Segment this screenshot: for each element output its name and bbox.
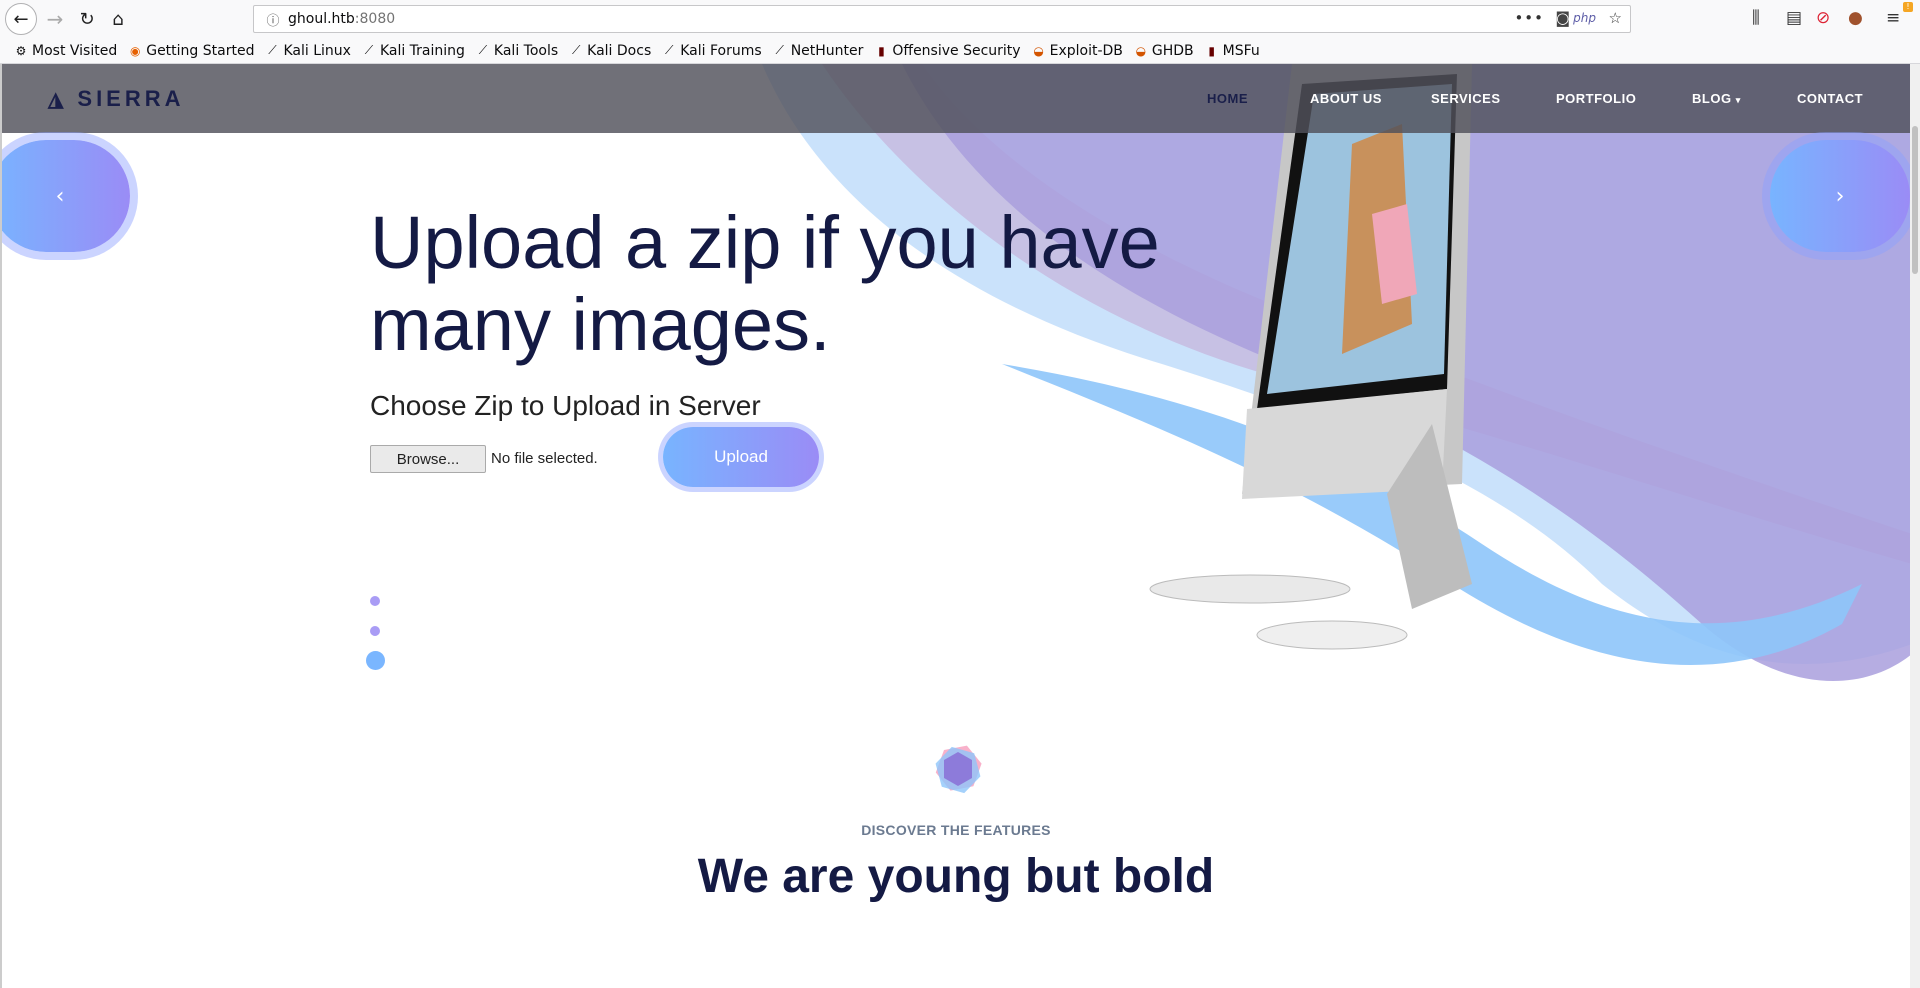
bookmark-kali-tools[interactable]: ⟋ Kali Tools (476, 43, 558, 59)
carousel-dot-1[interactable] (370, 596, 380, 606)
url-port: :8080 (354, 11, 396, 27)
carousel-dot-2[interactable] (370, 626, 380, 636)
logo-text: SIERRA (77, 86, 185, 111)
pocket-icon[interactable]: ◙ (1555, 9, 1570, 27)
noscript-icon[interactable]: ⊘ (1816, 8, 1830, 28)
update-badge: ! (1903, 2, 1913, 12)
arrow-right-icon: → (46, 7, 64, 31)
carousel-next-button[interactable]: › (1770, 140, 1910, 252)
upload-button[interactable]: Upload (663, 427, 819, 487)
forward-button[interactable]: → (40, 4, 70, 34)
site-navbar: ◮ SIERRA HOME ABOUT US SERVICES PORTFOLI… (2, 64, 1910, 133)
nav-blog[interactable]: BLOG ▾ (1692, 91, 1741, 106)
info-icon[interactable]: ⓘ (258, 10, 288, 29)
nav-about-us[interactable]: ABOUT US (1310, 91, 1382, 106)
home-icon: ⌂ (112, 8, 124, 30)
url-host: ghoul.htb (288, 11, 355, 27)
url-bar[interactable]: ⓘ ghoul.htb:8080 ••• ◙ php ☆ (253, 5, 1631, 33)
chevron-right-icon: › (1835, 183, 1845, 209)
bookmark-msfu[interactable]: ▮ MSFu (1205, 43, 1259, 59)
nav-contact[interactable]: CONTACT (1797, 91, 1863, 106)
bookmark-kali-linux[interactable]: ⟋ Kali Linux (265, 43, 351, 59)
bookmark-most-visited[interactable]: ⚙ Most Visited (14, 43, 118, 59)
nav-home[interactable]: HOME (1207, 91, 1248, 106)
bookmark-exploit-db[interactable]: ◒ Exploit-DB (1032, 43, 1123, 59)
kali-dragon-icon: ⟋ (571, 43, 581, 57)
feature-hexagon-icon (935, 745, 982, 794)
features-eyebrow: DISCOVER THE FEATURES (861, 822, 1051, 838)
kali-dragon-icon: ⟋ (775, 43, 784, 57)
hero-headline: Upload a zip if you have many images. (370, 201, 1160, 366)
scrollbar-thumb[interactable] (1912, 126, 1918, 274)
bookmark-ghdb[interactable]: ◒ GHDB (1134, 43, 1194, 59)
library-icon[interactable]: ⫼ (1752, 8, 1760, 28)
nav-portfolio[interactable]: PORTFOLIO (1556, 91, 1636, 106)
sidebar-icon[interactable]: ▤ (1786, 8, 1802, 28)
back-button[interactable]: ← (5, 3, 37, 35)
upload-subtitle: Choose Zip to Upload in Server (370, 390, 761, 421)
bookmark-nethunter[interactable]: ⟋ NetHunter (773, 43, 863, 59)
imac-image (1149, 64, 1472, 650)
bookmark-kali-training[interactable]: ⟋ Kali Training (362, 43, 465, 59)
hamburger-menu-icon[interactable]: ≡ (1886, 8, 1900, 28)
cookie-icon[interactable]: ● (1848, 8, 1863, 28)
site-logo[interactable]: ◮ SIERRA (48, 86, 185, 112)
offsec-icon: ▮ (1208, 43, 1215, 58)
caret-down-icon: ▾ (1735, 95, 1741, 105)
bookmark-getting-started[interactable]: ◉ Getting Started (128, 43, 255, 59)
gear-icon: ⚙ (15, 43, 27, 58)
carousel-dot-3-active[interactable] (366, 651, 385, 670)
offsec-icon: ▮ (878, 43, 885, 58)
page-actions-icon[interactable]: ••• (1514, 9, 1544, 27)
bookmark-offensive-security[interactable]: ▮ Offensive Security (874, 43, 1021, 59)
kali-dragon-icon: ⟋ (478, 43, 488, 57)
browser-toolbar: ← → ↻ ⌂ ⓘ ghoul.htb:8080 ••• ◙ php ☆ ⫼ ▤… (0, 0, 1920, 38)
arrow-left-icon: ← (13, 8, 29, 30)
kali-dragon-icon: ⟋ (364, 43, 374, 57)
chevron-left-icon: ‹ (55, 183, 65, 209)
php-icon[interactable]: php (1573, 11, 1596, 25)
file-status-text: No file selected. (491, 450, 598, 467)
file-browse-button[interactable]: Browse... (370, 445, 486, 473)
bookmark-kali-docs[interactable]: ⟋ Kali Docs (569, 43, 651, 59)
exploitdb-icon: ◒ (1135, 43, 1147, 58)
reload-button[interactable]: ↻ (72, 4, 102, 34)
home-button[interactable]: ⌂ (103, 4, 133, 34)
features-title: We are young but bold (697, 850, 1215, 903)
firefox-icon: ◉ (129, 43, 141, 58)
mountain-logo-icon: ◮ (48, 88, 68, 111)
page-scrollbar[interactable] (1910, 64, 1920, 988)
kali-dragon-icon: ⟋ (665, 43, 674, 57)
nav-services[interactable]: SERVICES (1431, 91, 1501, 106)
kali-dragon-icon: ⟋ (268, 43, 277, 57)
bookmark-kali-forums[interactable]: ⟋ Kali Forums (662, 43, 762, 59)
reload-icon: ↻ (79, 8, 95, 30)
page-viewport: ◮ SIERRA HOME ABOUT US SERVICES PORTFOLI… (0, 64, 1920, 988)
bookmark-star-icon[interactable]: ☆ (1609, 9, 1622, 27)
bookmarks-bar: ⚙ Most Visited ◉ Getting Started ⟋ Kali Lin… (0, 38, 1920, 64)
carousel-prev-button[interactable]: ‹ (2, 140, 130, 252)
exploitdb-icon: ◒ (1033, 43, 1044, 58)
